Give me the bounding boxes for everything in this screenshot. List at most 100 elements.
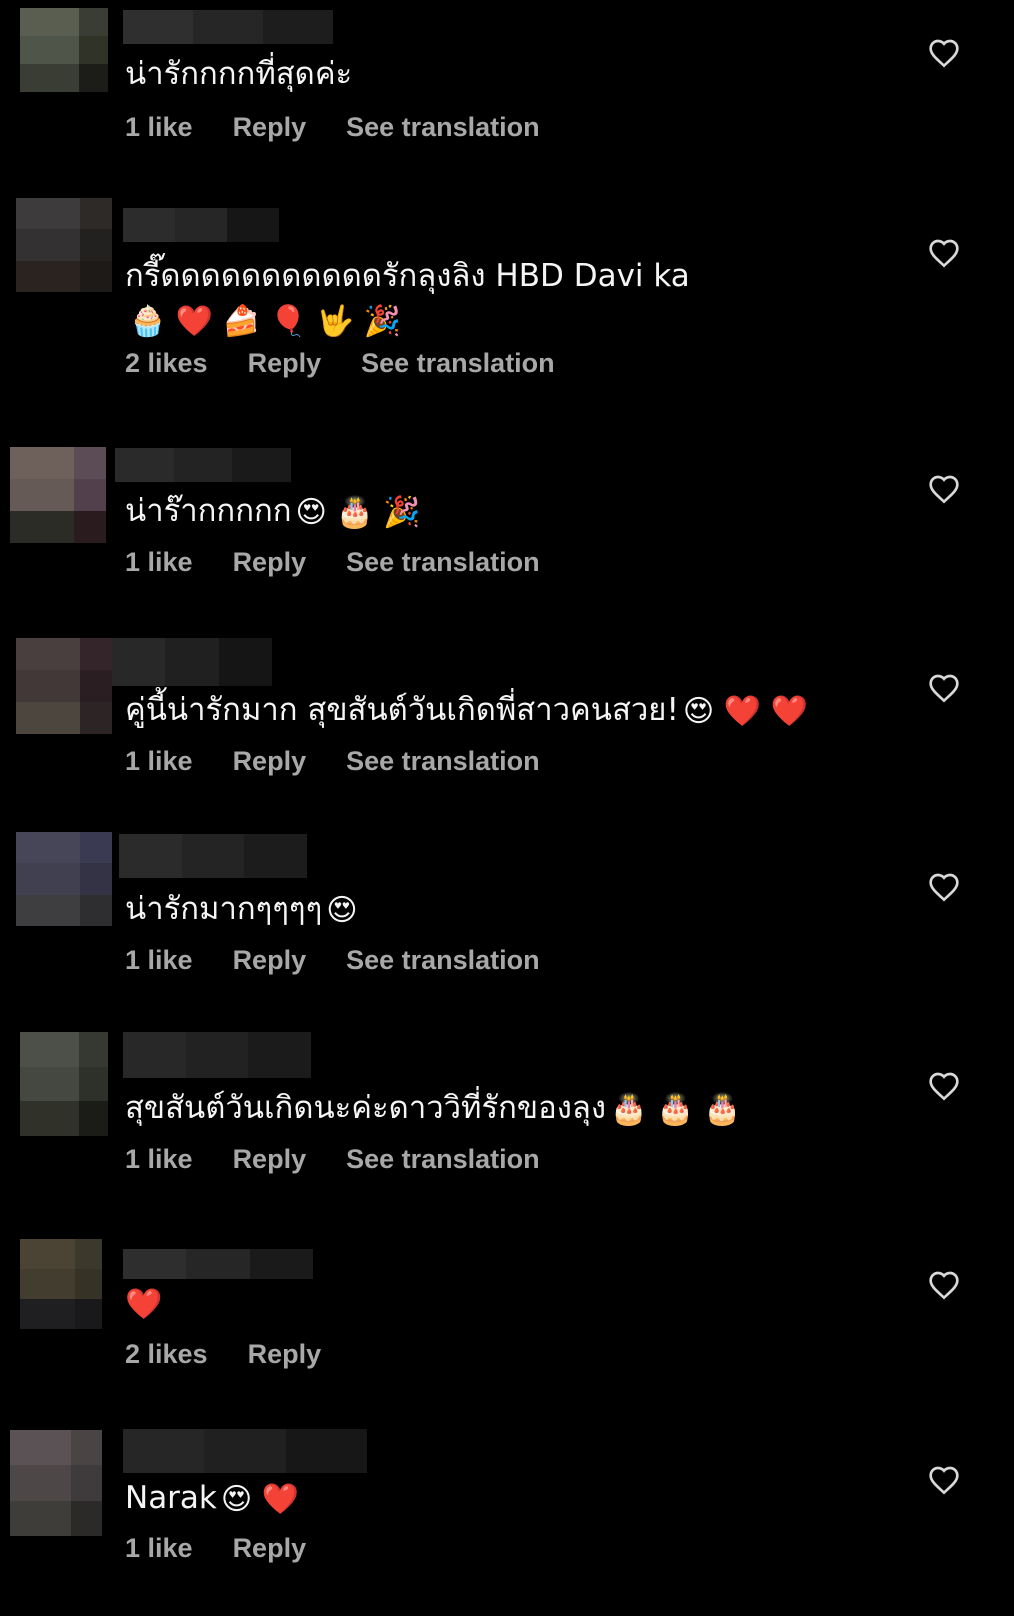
avatar-tile <box>48 702 80 734</box>
see-translation-button[interactable]: See translation <box>346 547 540 578</box>
redaction-block <box>186 1249 250 1279</box>
avatar-tile <box>47 1299 75 1329</box>
avatar-tile <box>74 479 106 511</box>
avatar[interactable] <box>16 832 112 926</box>
likes-count-button[interactable]: 2 likes <box>125 348 208 379</box>
avatar-tile <box>78 1101 108 1136</box>
reply-button[interactable]: Reply <box>233 1533 307 1564</box>
comment-body: คู่นี้น่ารักมาก สุขสันต์วันเกิดพี่สาวคนส… <box>125 692 679 728</box>
avatar-tile <box>42 479 74 511</box>
username-redacted[interactable] <box>123 10 333 44</box>
comment-emoji: 😍 ❤️ ❤️ <box>682 693 808 729</box>
avatar[interactable] <box>16 638 112 734</box>
avatar[interactable] <box>20 1032 108 1136</box>
comment-emoji: ❤️ <box>125 1286 163 1322</box>
username-redacted[interactable] <box>123 1249 313 1279</box>
redaction-block <box>115 448 174 482</box>
avatar[interactable] <box>10 1430 102 1536</box>
avatar-tile <box>78 8 108 36</box>
avatar-tile <box>16 863 48 895</box>
heart-outline-icon[interactable] <box>928 1465 960 1495</box>
avatar-tile <box>10 1465 41 1501</box>
avatar-tile <box>16 702 48 734</box>
redaction-block <box>123 1032 186 1078</box>
likes-count-button[interactable]: 1 like <box>125 746 193 777</box>
see-translation-button[interactable]: See translation <box>361 348 555 379</box>
see-translation-button[interactable]: See translation <box>346 1144 540 1175</box>
avatar-tile <box>80 702 112 734</box>
likes-count-button[interactable]: 2 likes <box>125 1339 208 1370</box>
username-redacted[interactable] <box>115 448 292 482</box>
see-translation-button[interactable]: See translation <box>346 112 540 143</box>
heart-outline-icon[interactable] <box>928 1270 960 1300</box>
likes-count-button[interactable]: 1 like <box>125 547 193 578</box>
avatar-tile <box>80 198 112 230</box>
reply-button[interactable]: Reply <box>233 746 307 777</box>
avatar-tile <box>49 36 79 64</box>
redaction-block <box>175 208 227 242</box>
redaction-block <box>173 448 233 482</box>
comment-text: กรี๊ดดดดดดดดดดดรักลุงลิง HBD Davi ka 🧁 ❤️… <box>125 254 845 344</box>
likes-count-button[interactable]: 1 like <box>125 1144 193 1175</box>
avatar[interactable] <box>20 1239 102 1329</box>
likes-count-button[interactable]: 1 like <box>125 112 193 143</box>
avatar-tile <box>78 64 108 92</box>
heart-outline-icon[interactable] <box>928 238 960 268</box>
reply-button[interactable]: Reply <box>233 1144 307 1175</box>
see-translation-button[interactable]: See translation <box>346 945 540 976</box>
reply-button[interactable]: Reply <box>233 945 307 976</box>
comment-text: ❤️ <box>125 1281 845 1327</box>
username-redacted[interactable] <box>119 834 308 878</box>
avatar-tile <box>74 1299 102 1329</box>
comment-body: น่ารักมากๆๆๆๆ <box>125 891 323 927</box>
heart-outline-icon[interactable] <box>928 673 960 703</box>
avatar-tile <box>80 638 112 670</box>
heart-outline-icon[interactable] <box>928 474 960 504</box>
avatar-tile <box>16 832 48 864</box>
avatar-tile <box>80 229 112 261</box>
redaction-block <box>112 638 166 686</box>
comment-emoji: 😍 🎂 🎉 <box>295 494 421 530</box>
avatar-tile <box>20 1239 48 1269</box>
avatar-tile <box>16 894 48 926</box>
avatar[interactable] <box>10 447 106 543</box>
username-redacted[interactable] <box>123 208 279 242</box>
avatar-tile <box>47 1239 75 1269</box>
avatar-tile <box>40 1465 72 1501</box>
avatar-tile <box>74 1269 102 1299</box>
avatar-tile <box>74 447 106 479</box>
reply-button[interactable]: Reply <box>233 547 307 578</box>
reply-button[interactable]: Reply <box>233 112 307 143</box>
avatar-tile <box>80 832 112 864</box>
see-translation-button[interactable]: See translation <box>346 746 540 777</box>
comment-body: กรี๊ดดดดดดดดดดดรักลุงลิง HBD Davi ka <box>125 258 690 294</box>
likes-count-button[interactable]: 1 like <box>125 945 193 976</box>
likes-count-button[interactable]: 1 like <box>125 1533 193 1564</box>
heart-outline-icon[interactable] <box>928 1071 960 1101</box>
redaction-block <box>218 638 272 686</box>
avatar-tile <box>74 511 106 543</box>
redaction-block <box>123 1429 205 1473</box>
comment-emoji: 😍 ❤️ <box>220 1481 300 1517</box>
avatar[interactable] <box>20 8 108 92</box>
comment-actions: 1 like Reply See translation <box>125 746 540 777</box>
username-redacted[interactable] <box>123 1032 312 1078</box>
avatar-tile <box>48 229 80 261</box>
avatar-tile <box>10 511 42 543</box>
reply-button[interactable]: Reply <box>248 1339 322 1370</box>
avatar-tile <box>16 638 48 670</box>
avatar-tile <box>16 198 48 230</box>
avatar-tile <box>20 1101 50 1136</box>
heart-outline-icon[interactable] <box>928 872 960 902</box>
comment-text: คู่นี้น่ารักมาก สุขสันต์วันเกิดพี่สาวคนส… <box>125 688 845 734</box>
comment-text: น่ารักมากๆๆๆๆ 😍 <box>125 887 845 933</box>
comment-actions: 1 like Reply See translation <box>125 1144 540 1175</box>
avatar[interactable] <box>16 198 112 292</box>
reply-button[interactable]: Reply <box>248 348 322 379</box>
username-redacted[interactable] <box>123 1429 367 1473</box>
redaction-block <box>249 1249 313 1279</box>
heart-outline-icon[interactable] <box>928 38 960 68</box>
comment-actions: 1 like Reply <box>125 1533 306 1564</box>
avatar-tile <box>48 832 80 864</box>
username-redacted[interactable] <box>112 638 272 686</box>
